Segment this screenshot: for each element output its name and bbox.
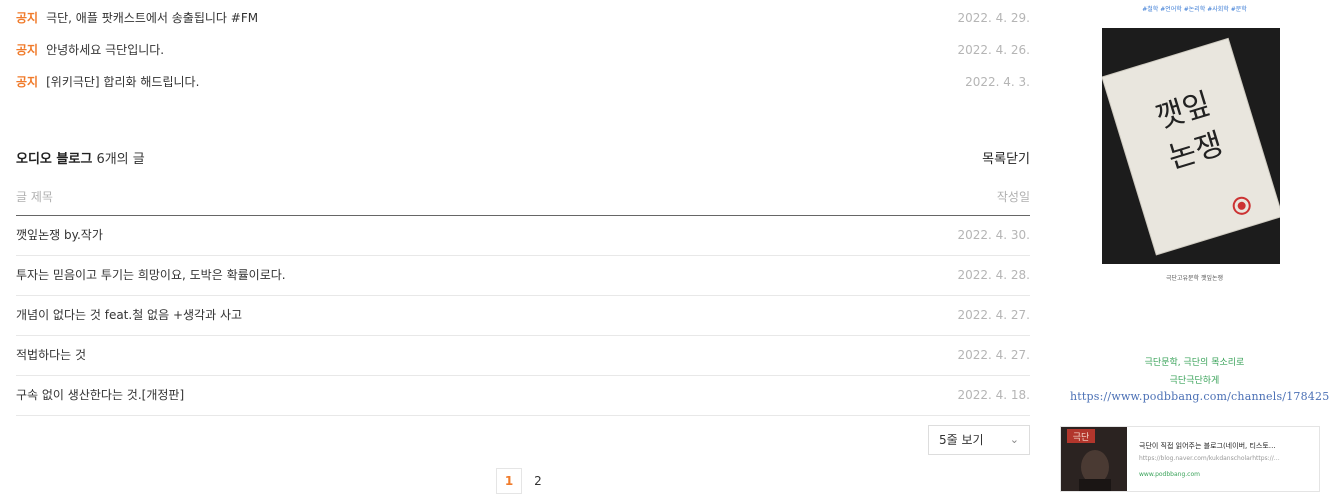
page-2-button[interactable]: 2 bbox=[526, 469, 550, 493]
chevron-down-icon: ⌄ bbox=[1009, 433, 1019, 446]
post-count: 6개의 글 bbox=[96, 152, 145, 167]
category-name[interactable]: 오디오 블로그 bbox=[16, 152, 92, 167]
podbbang-link[interactable]: https://www.podbbang.com/channels/178425… bbox=[1070, 390, 1329, 403]
post-row[interactable]: 개념이 없다는 것 feat.철 없음 +생각과 사고 2022. 4. 27. bbox=[16, 296, 1030, 336]
close-list-button[interactable]: 목록닫기 bbox=[982, 150, 1030, 170]
notice-date: 2022. 4. 26. bbox=[957, 43, 1030, 57]
card-site: www.podbbang.com bbox=[1139, 471, 1200, 478]
list-column-header: 글 제목 작성일 bbox=[16, 188, 1030, 216]
post-title[interactable]: 구속 없이 생산한다는 것.[개정판] bbox=[16, 388, 184, 402]
thumb-label: 극단 bbox=[1073, 432, 1090, 443]
post-title[interactable]: 깻잎논쟁 by.작가 bbox=[16, 228, 103, 242]
notice-title[interactable]: 극단, 애플 팟캐스트에서 송출됩니다 #FM bbox=[46, 11, 258, 25]
notice-title[interactable]: [위키극단] 합리화 해드립니다. bbox=[46, 75, 199, 89]
column-date-label: 작성일 bbox=[996, 190, 1030, 204]
notice-row[interactable]: 공지 [위키극단] 합리화 해드립니다. 2022. 4. 3. bbox=[16, 72, 1030, 92]
notice-tag: 공지 bbox=[16, 43, 39, 57]
card-thumbnail: 극단 bbox=[1061, 427, 1127, 491]
notice-tag: 공지 bbox=[16, 75, 39, 89]
blog-list-header: 오디오 블로그 6개의 글 목록닫기 bbox=[16, 150, 1030, 170]
card-description: https://blog.naver.com/kukdanscholarhttp… bbox=[1139, 455, 1280, 462]
book-caption: 극단고유문학 깻잎논쟁 bbox=[1165, 275, 1224, 282]
card-title: 극단이 직접 읽어주는 블로그(네이버, 티스토… bbox=[1139, 442, 1276, 450]
post-date: 2022. 4. 18. bbox=[957, 388, 1030, 402]
column-title-label: 글 제목 bbox=[16, 190, 53, 204]
notice-date: 2022. 4. 29. bbox=[957, 11, 1030, 25]
post-date: 2022. 4. 28. bbox=[957, 268, 1030, 282]
page-1-button[interactable]: 1 bbox=[496, 468, 522, 494]
book-cover-illustration: 깻잎 논쟁 bbox=[1102, 28, 1280, 264]
intro-line-1: 극단문학, 극단의 목소리로 bbox=[1144, 358, 1245, 368]
notice-row[interactable]: 공지 안녕하세요 극단입니다. 2022. 4. 26. bbox=[16, 40, 1030, 60]
post-title[interactable]: 적법하다는 것 bbox=[16, 348, 86, 362]
post-title[interactable]: 개념이 없다는 것 feat.철 없음 +생각과 사고 bbox=[16, 308, 242, 322]
pagination: 12 bbox=[496, 468, 554, 494]
intro-text: 극단문학, 극단의 목소리로 극단극단하게 bbox=[1060, 354, 1329, 390]
post-date: 2022. 4. 27. bbox=[957, 308, 1030, 322]
notice-tag: 공지 bbox=[16, 11, 39, 25]
book-cover-image[interactable]: 깻잎 논쟁 bbox=[1102, 28, 1280, 264]
post-date: 2022. 4. 27. bbox=[957, 348, 1030, 362]
card-thumbnail-image: 극단 bbox=[1061, 427, 1127, 491]
tag-list[interactable]: #철학 #언어학 #논리학 #사회학 #문학 bbox=[1060, 4, 1329, 13]
post-row[interactable]: 적법하다는 것 2022. 4. 27. bbox=[16, 336, 1030, 376]
post-date: 2022. 4. 30. bbox=[957, 228, 1030, 242]
rows-per-page-select[interactable]: 5줄 보기 ⌄ bbox=[928, 425, 1030, 455]
rows-per-page-value: 5줄 보기 bbox=[939, 433, 984, 447]
intro-line-2: 극단극단하게 bbox=[1169, 376, 1220, 386]
post-row[interactable]: 구속 없이 생산한다는 것.[개정판] 2022. 4. 18. bbox=[16, 376, 1030, 416]
notice-row[interactable]: 공지 극단, 애플 팟캐스트에서 송출됩니다 #FM 2022. 4. 29. bbox=[16, 8, 1030, 28]
notice-date: 2022. 4. 3. bbox=[965, 75, 1030, 89]
post-row[interactable]: 깻잎논쟁 by.작가 2022. 4. 30. bbox=[16, 216, 1030, 256]
post-title[interactable]: 투자는 믿음이고 투기는 희망이요, 도박은 확률이로다. bbox=[16, 268, 286, 282]
post-row[interactable]: 투자는 믿음이고 투기는 희망이요, 도박은 확률이로다. 2022. 4. 2… bbox=[16, 256, 1030, 296]
post-list: 깻잎논쟁 by.작가 2022. 4. 30. 투자는 믿음이고 투기는 희망이… bbox=[16, 216, 1030, 416]
notice-title[interactable]: 안녕하세요 극단입니다. bbox=[46, 43, 164, 57]
link-preview-card[interactable]: 극단 극단이 직접 읽어주는 블로그(네이버, 티스토… https://blo… bbox=[1060, 426, 1320, 492]
